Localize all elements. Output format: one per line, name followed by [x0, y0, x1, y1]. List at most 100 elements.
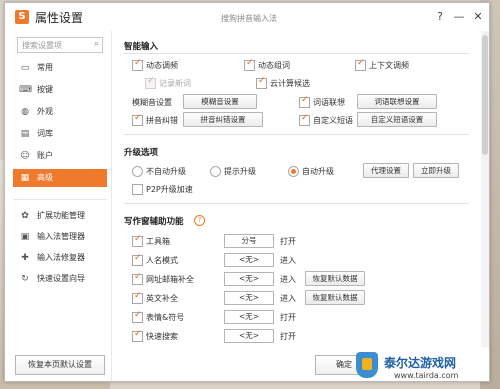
section-title-smart-input: 智能输入: [124, 42, 159, 52]
emoji-symbol-action: 打开: [280, 313, 296, 322]
sidebar-item-label: 高级: [37, 173, 53, 182]
settings-content: 智能输入 动态调频 动态组词 上下文调频 记录新词 云计算候选 模糊音设置 模糊…: [112, 31, 489, 347]
context-freq-checkbox[interactable]: [355, 58, 366, 71]
english-complete-hotkey-field[interactable]: <无>: [224, 291, 274, 305]
dynamic-words-label: 动态组词: [258, 61, 290, 70]
emoji-symbol-hotkey-field[interactable]: <无>: [224, 310, 274, 324]
auto-upgrade-label: 自动升级: [302, 167, 334, 176]
help-button[interactable]: ?: [433, 10, 447, 23]
section-divider: [124, 134, 469, 135]
sidebar-item-label: 扩展功能管理: [37, 211, 85, 220]
dynamic-freq-label: 动态调频: [146, 61, 178, 70]
monitor-icon: ▭: [20, 63, 30, 73]
search-input[interactable]: 搜索设置项 ⌕: [17, 37, 103, 53]
toolbox-hotkey-field[interactable]: 分号: [224, 234, 274, 248]
section-title-writing: 写作窗辅助功能: [124, 217, 184, 227]
help-icon[interactable]: ?: [194, 215, 205, 226]
fuzzy-label: 模糊音设置: [132, 98, 172, 107]
sidebar-tool-wizard[interactable]: ↻ 快速设置向导: [13, 270, 107, 288]
restore-defaults-button[interactable]: 恢复本页默认设置: [15, 355, 105, 375]
no-auto-upgrade-label: 不自动升级: [146, 167, 186, 176]
search-placeholder: 搜索设置项: [22, 41, 62, 50]
record-new-words-checkbox[interactable]: [145, 76, 156, 89]
scrollbar[interactable]: [481, 31, 489, 347]
url-email-action: 进入: [280, 275, 296, 284]
toolbox-action: 打开: [280, 237, 296, 246]
name-mode-checkbox[interactable]: [132, 253, 143, 266]
url-email-label: 网址邮箱补全: [146, 275, 194, 284]
sidebar-item-label: 输入法管理器: [37, 232, 85, 241]
quick-search-checkbox[interactable]: [132, 329, 143, 342]
proxy-settings-button[interactable]: 代理设置: [363, 163, 409, 178]
sidebar-tool-repair[interactable]: ✚ 输入法修复器: [13, 249, 107, 267]
watermark-logo-accent-icon: [362, 358, 372, 370]
quick-search-hotkey-field[interactable]: <无>: [224, 329, 274, 343]
emoji-symbol-label: 表情&符号: [146, 313, 185, 322]
auto-upgrade-radio[interactable]: [288, 166, 299, 177]
cloud-candidates-label: 云计算候选: [270, 79, 310, 88]
cloud-candidates-checkbox[interactable]: [256, 76, 267, 89]
name-mode-action: 进入: [280, 256, 296, 265]
title-bar: S 属性设置 搜狗拼音输入法 ? — ✕: [5, 3, 489, 31]
upgrade-now-button[interactable]: 立即升级: [413, 163, 459, 178]
fuzzy-settings-button[interactable]: 模糊音设置: [183, 94, 257, 109]
watermark-title: 泰尔达游戏网: [384, 356, 457, 370]
prompt-upgrade-radio[interactable]: [210, 166, 221, 177]
sidebar-item-dictionary[interactable]: ▤ 词库: [13, 125, 107, 143]
toolbox-checkbox[interactable]: [132, 234, 143, 247]
toolbox-label: 工具箱: [146, 237, 170, 246]
url-email-hotkey-field[interactable]: <无>: [224, 272, 274, 286]
english-complete-label: 英文补全: [146, 294, 178, 303]
section-divider: [124, 203, 469, 204]
association-settings-button[interactable]: 词语联想设置: [357, 94, 437, 109]
association-checkbox[interactable]: [299, 95, 310, 108]
section-divider: [124, 53, 469, 54]
search-icon[interactable]: ⌕: [94, 39, 99, 49]
sidebar-item-label: 常用: [37, 63, 53, 72]
close-button[interactable]: ✕: [471, 10, 485, 23]
watermark-url: www.tairda.com: [394, 371, 459, 380]
quick-search-action: 打开: [280, 332, 296, 341]
dynamic-freq-checkbox[interactable]: [132, 58, 143, 71]
quick-search-label: 快速搜索: [146, 332, 178, 341]
p2p-label: P2P升级加速: [146, 185, 193, 194]
sidebar-divider: [13, 199, 107, 200]
sidebar-tool-manager[interactable]: ▣ 输入法管理器: [13, 228, 107, 246]
sidebar-item-advanced[interactable]: ▦ 高级: [13, 169, 107, 187]
scrollbar-thumb[interactable]: [482, 35, 488, 155]
p2p-checkbox[interactable]: [132, 184, 143, 195]
custom-phrase-label: 自定义短语: [313, 116, 353, 125]
minimize-button[interactable]: —: [452, 10, 466, 23]
url-email-checkbox[interactable]: [132, 272, 143, 285]
app-title: 搜狗拼音输入法: [221, 14, 277, 23]
pinyin-fix-label: 拼音纠错: [146, 116, 178, 125]
sidebar-item-keys[interactable]: ⌨ 按键: [13, 81, 107, 99]
pinyin-fix-checkbox[interactable]: [132, 113, 143, 126]
sidebar-item-appearance[interactable]: ◍ 外观: [13, 103, 107, 121]
custom-phrase-settings-button[interactable]: 自定义短语设置: [357, 112, 437, 127]
association-label: 词语联想: [313, 98, 345, 107]
name-mode-label: 人名模式: [146, 256, 178, 265]
no-auto-upgrade-radio[interactable]: [132, 166, 143, 177]
sidebar-item-account[interactable]: ☺ 账户: [13, 147, 107, 165]
sidebar-tool-extensions[interactable]: ✿ 扩展功能管理: [13, 207, 107, 225]
extension-icon: ✿: [21, 211, 29, 221]
sidebar-item-label: 词库: [37, 129, 53, 138]
url-email-restore-button[interactable]: 恢复默认数据: [305, 271, 365, 286]
manager-icon: ▣: [20, 232, 30, 242]
settings-window: S 属性设置 搜狗拼音输入法 ? — ✕ 搜索设置项 ⌕ ▭ 常用 ⌨ 按键 ◍…: [4, 2, 490, 382]
sidebar-item-common[interactable]: ▭ 常用: [13, 59, 107, 77]
name-mode-hotkey-field[interactable]: <无>: [224, 253, 274, 267]
watermark: 泰尔达游戏网 www.tairda.com: [356, 348, 500, 386]
english-complete-checkbox[interactable]: [132, 291, 143, 304]
custom-phrase-checkbox[interactable]: [299, 113, 310, 126]
dynamic-words-checkbox[interactable]: [244, 58, 255, 71]
sidebar-item-label: 账户: [37, 151, 53, 160]
english-complete-restore-button[interactable]: 恢复默认数据: [305, 290, 365, 305]
section-title-upgrade: 升级选项: [124, 148, 159, 158]
sogou-logo-icon: S: [15, 10, 29, 24]
pinyin-fix-settings-button[interactable]: 拼音纠错设置: [183, 112, 263, 127]
emoji-symbol-checkbox[interactable]: [132, 310, 143, 323]
sidebar-item-label: 快速设置向导: [37, 274, 85, 283]
repair-icon: ✚: [21, 253, 29, 263]
